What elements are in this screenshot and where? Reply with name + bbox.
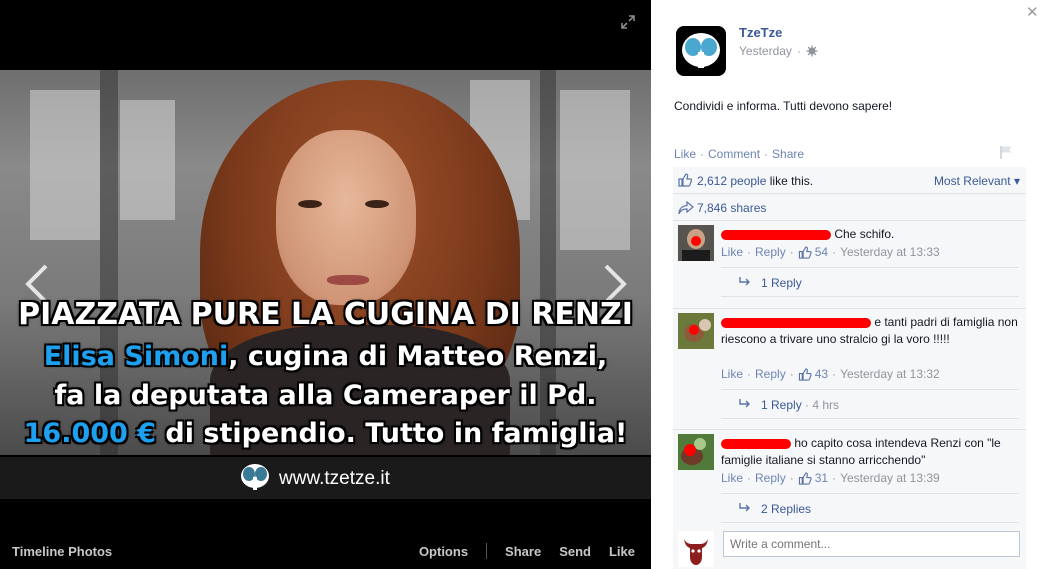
flag-icon[interactable] bbox=[999, 145, 1013, 159]
close-icon[interactable]: ✕ bbox=[1026, 3, 1039, 21]
reply-arrow-icon bbox=[739, 399, 750, 408]
commenter-avatar[interactable] bbox=[678, 313, 714, 349]
cow-avatar-icon bbox=[678, 531, 714, 567]
comment-item: ho capito cosa intendeva Renzi con "le f… bbox=[673, 432, 1026, 524]
likers-link[interactable]: 2,612 people bbox=[697, 174, 766, 188]
comment-sort-dropdown[interactable]: Most Relevant ▾ bbox=[934, 174, 1020, 188]
post-message: Condividi e informa. Tutti devono sapere… bbox=[674, 99, 893, 113]
comment-timestamp[interactable]: Yesterday at 13:39 bbox=[840, 471, 940, 485]
comment-like-count[interactable]: 43 bbox=[815, 367, 828, 381]
comment-reply-link[interactable]: Reply bbox=[755, 471, 786, 485]
likes-summary: 2,612 people like this. Most Relevant ▾ bbox=[673, 167, 1026, 194]
shares-summary: 7,846 shares bbox=[673, 195, 1026, 221]
redacted-author-name bbox=[721, 317, 871, 328]
overlay-line-2-text: , cugina di Matteo Renzi, bbox=[228, 341, 608, 372]
overlay-line-2: Elisa Simoni, cugina di Matteo Renzi, bbox=[0, 341, 651, 372]
tzetze-avatar-icon bbox=[682, 33, 720, 68]
page-avatar[interactable] bbox=[676, 26, 726, 76]
comment-timestamp[interactable]: Yesterday at 13:32 bbox=[840, 367, 940, 381]
overlay-headline: PIAZZATA PURE LA CUGINA DI RENZI bbox=[18, 297, 633, 332]
post-actions: Like · Comment · Share bbox=[674, 147, 805, 161]
post-share-link[interactable]: Share bbox=[772, 147, 804, 161]
photo-actions: Options Share Send Like bbox=[401, 543, 635, 559]
feedback-panel: 2,612 people like this. Most Relevant ▾ … bbox=[673, 167, 1026, 569]
comment-like-link[interactable]: Like bbox=[721, 471, 743, 485]
comment-like-count-icon bbox=[798, 471, 812, 485]
comment-like-link[interactable]: Like bbox=[721, 245, 743, 259]
reply-arrow-icon bbox=[739, 277, 750, 286]
commenter-avatar[interactable] bbox=[678, 434, 714, 470]
comment-like-count-icon bbox=[798, 367, 812, 381]
overlay-line-3: fa la deputata alla Cameraper il Pd. bbox=[54, 380, 597, 411]
overlay-line-4: 16.000 € di stipendio. Tutto in famiglia… bbox=[0, 418, 651, 449]
comment-text: Che schifo. bbox=[834, 227, 895, 241]
tzetze-logo-icon bbox=[241, 464, 269, 490]
send-button[interactable]: Send bbox=[559, 544, 591, 559]
view-replies[interactable]: 2 Replies bbox=[721, 493, 1019, 523]
comment-item: e tanti padri di famiglia non riescono a… bbox=[673, 311, 1026, 423]
share-button[interactable]: Share bbox=[505, 544, 541, 559]
comment-item: Che schifo. Like · Reply · 54 · Yesterday at … bbox=[673, 223, 1026, 313]
watermark-url: www.tzetze.it bbox=[279, 468, 390, 489]
redacted-author-name bbox=[721, 229, 831, 240]
commenter-avatar[interactable] bbox=[678, 225, 714, 261]
shares-link[interactable]: 7,846 shares bbox=[697, 201, 766, 215]
viewer-avatar bbox=[678, 531, 714, 567]
globe-privacy-icon[interactable] bbox=[806, 45, 818, 57]
overlay-line-4-text: di stipendio. Tutto in famiglia! bbox=[156, 418, 628, 449]
post-timestamp[interactable]: Yesterday bbox=[739, 44, 792, 58]
replies-count[interactable]: 1 Reply bbox=[761, 398, 802, 412]
actions-divider bbox=[486, 543, 488, 559]
post-comment-link[interactable]: Comment bbox=[708, 147, 760, 161]
photo-footer: Timeline Photos Options Share Send Like bbox=[0, 533, 651, 569]
post-meta: Yesterday · bbox=[739, 44, 818, 58]
comment-composer bbox=[673, 527, 1026, 569]
photo-stage: PIAZZATA PURE LA CUGINA DI RENZI Elisa S… bbox=[0, 0, 651, 569]
replies-count[interactable]: 1 Reply bbox=[761, 276, 802, 290]
comment-reply-link[interactable]: Reply bbox=[755, 245, 786, 259]
fullscreen-icon[interactable] bbox=[620, 14, 636, 30]
photo-theater: PIAZZATA PURE LA CUGINA DI RENZI Elisa S… bbox=[0, 0, 1046, 569]
page-name-link[interactable]: TzeTze bbox=[739, 25, 782, 40]
comment-reply-link[interactable]: Reply bbox=[755, 367, 786, 381]
comment-like-count[interactable]: 54 bbox=[815, 245, 828, 259]
reply-arrow-icon bbox=[739, 503, 750, 512]
replies-count[interactable]: 2 Replies bbox=[761, 502, 811, 516]
comment-like-count[interactable]: 31 bbox=[815, 471, 828, 485]
overlay-highlight-amount: 16.000 € bbox=[23, 418, 157, 449]
comment-like-count-icon bbox=[798, 245, 812, 259]
comment-input[interactable] bbox=[723, 531, 1020, 557]
album-link[interactable]: Timeline Photos bbox=[12, 544, 112, 559]
like-button[interactable]: Like bbox=[609, 544, 635, 559]
post-like-link[interactable]: Like bbox=[674, 147, 696, 161]
replies-time: 4 hrs bbox=[812, 398, 840, 412]
share-arrow-icon bbox=[678, 201, 694, 215]
comment-like-link[interactable]: Like bbox=[721, 367, 743, 381]
view-replies[interactable]: 1 Reply · 4 hrs bbox=[721, 389, 1019, 419]
comment-timestamp[interactable]: Yesterday at 13:33 bbox=[840, 245, 940, 259]
view-replies[interactable]: 1 Reply bbox=[721, 267, 1019, 297]
thumbs-up-icon bbox=[678, 173, 692, 187]
options-button[interactable]: Options bbox=[419, 544, 468, 559]
redacted-author-name bbox=[721, 438, 791, 449]
watermark-banner: www.tzetze.it bbox=[0, 457, 651, 499]
likes-suffix: like this. bbox=[766, 174, 814, 188]
overlay-highlight-name: Elisa Simoni bbox=[43, 341, 229, 372]
